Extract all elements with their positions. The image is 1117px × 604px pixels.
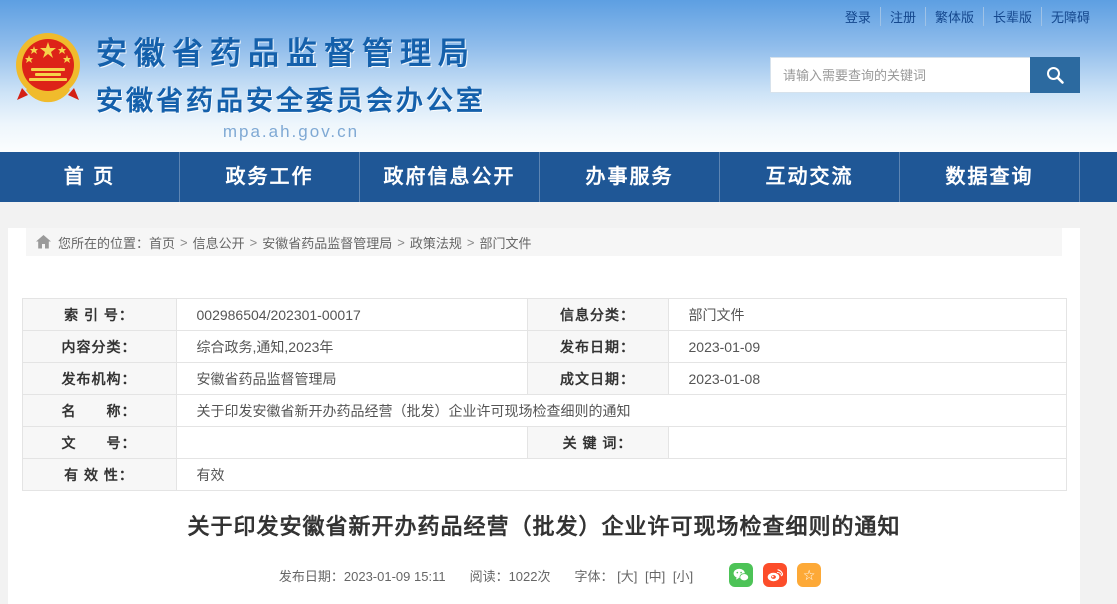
publisher-label: 发布机构： [22,363,176,395]
main-nav: 首 页 政务工作 政府信息公开 办事服务 互动交流 数据查询 [0,152,1117,202]
accessibility-link[interactable]: 无障碍 [1041,7,1099,26]
publisher-value: 安徽省药品监督管理局 [176,363,527,395]
font-size-medium-button[interactable]: [中] [645,569,665,584]
keywords-value [668,427,1066,459]
font-size-label: 字体： [575,569,614,584]
site-title-line2: 安徽省药品安全委员会办公室 [96,79,486,118]
nav-item-interaction[interactable]: 互动交流 [720,152,900,202]
index-number-label: 索 引 号： [22,299,176,331]
breadcrumb-info-disclosure[interactable]: 信息公开 [193,233,245,252]
national-emblem-logo [14,32,82,106]
breadcrumb-separator: > [250,235,258,250]
top-utility-links: 登录 注册 繁体版 长辈版 无障碍 [836,7,1099,26]
title-value: 关于印发安徽省新开办药品经营（批发）企业许可现场检查细则的通知 [176,395,1066,427]
table-row: 文 号： 关 键 词： [22,427,1066,459]
site-header: 登录 注册 繁体版 长辈版 无障碍 安徽省药品监督管理局 安徽省药品安全委员会办… [0,0,1117,152]
search-input[interactable] [770,57,1030,93]
elderly-version-link[interactable]: 长辈版 [983,7,1041,26]
article-publish-date: 发布日期：2023-01-09 15:11 [279,566,446,585]
breadcrumb-separator: > [180,235,188,250]
written-date-label: 成文日期： [527,363,668,395]
info-category-value: 部门文件 [668,299,1066,331]
publish-date-label: 发布日期： [527,331,668,363]
publish-date-value: 2023-01-09 [668,331,1066,363]
nav-filler [1080,152,1117,202]
font-size-large-button[interactable]: [大] [617,569,637,584]
article-read-count: 阅读：1022次 [470,566,551,585]
home-icon [36,235,51,249]
weibo-share-icon[interactable] [763,563,787,587]
table-row: 索 引 号： 002986504/202301-00017 信息分类： 部门文件 [22,299,1066,331]
breadcrumb-separator: > [397,235,405,250]
validity-label: 有 效 性： [22,459,176,491]
document-number-value [176,427,527,459]
nav-item-government-work[interactable]: 政务工作 [180,152,360,202]
login-link[interactable]: 登录 [836,7,880,26]
table-row: 名 称： 关于印发安徽省新开办药品经营（批发）企业许可现场检查细则的通知 [22,395,1066,427]
content-category-label: 内容分类： [22,331,176,363]
nav-item-data-query[interactable]: 数据查询 [900,152,1080,202]
site-title-line1: 安徽省药品监督管理局 [96,28,486,73]
table-row: 有 效 性： 有效 [22,459,1066,491]
wechat-share-icon[interactable] [729,563,753,587]
info-category-label: 信息分类： [527,299,668,331]
font-size-small-button[interactable]: [小] [673,569,693,584]
font-size-controls: 字体： [大] [中] [小] [575,566,698,585]
breadcrumb-agency[interactable]: 安徽省药品监督管理局 [262,233,392,252]
written-date-value: 2023-01-08 [668,363,1066,395]
breadcrumb-home[interactable]: 首页 [149,233,175,252]
share-icons: ☆ [719,563,821,587]
breadcrumb-policy-regulations[interactable]: 政策法规 [410,233,462,252]
search-icon [1045,65,1065,85]
nav-item-info-disclosure[interactable]: 政府信息公开 [360,152,540,202]
nav-item-services[interactable]: 办事服务 [540,152,720,202]
search-button[interactable] [1030,57,1080,93]
article-title: 关于印发安徽省新开办药品经营（批发）企业许可现场检查细则的通知 [8,509,1080,541]
traditional-chinese-link[interactable]: 繁体版 [925,7,983,26]
validity-value: 有效 [176,459,1066,491]
document-number-label: 文 号： [22,427,176,459]
breadcrumb: 您所在的位置： 首页 > 信息公开 > 安徽省药品监督管理局 > 政策法规 > … [26,228,1062,256]
title-label: 名 称： [22,395,176,427]
breadcrumb-prefix: 您所在的位置： [58,233,149,252]
content-category-value: 综合政务,通知,2023年 [176,331,527,363]
breadcrumb-separator: > [467,235,475,250]
favorite-star-icon[interactable]: ☆ [797,563,821,587]
breadcrumb-department-documents[interactable]: 部门文件 [479,233,531,252]
keywords-label: 关 键 词： [527,427,668,459]
index-number-value: 002986504/202301-00017 [176,299,527,331]
nav-item-home[interactable]: 首 页 [0,152,180,202]
site-url: mpa.ah.gov.cn [96,122,486,142]
document-info-table: 索 引 号： 002986504/202301-00017 信息分类： 部门文件… [22,298,1067,491]
table-row: 发布机构： 安徽省药品监督管理局 成文日期： 2023-01-08 [22,363,1066,395]
site-titles: 安徽省药品监督管理局 安徽省药品安全委员会办公室 mpa.ah.gov.cn [96,28,486,142]
content-card: 您所在的位置： 首页 > 信息公开 > 安徽省药品监督管理局 > 政策法规 > … [8,228,1080,604]
site-search [770,57,1080,93]
register-link[interactable]: 注册 [880,7,925,26]
table-row: 内容分类： 综合政务,通知,2023年 发布日期： 2023-01-09 [22,331,1066,363]
article-meta-row: 发布日期：2023-01-09 15:11 阅读：1022次 字体： [大] [… [8,563,1080,587]
